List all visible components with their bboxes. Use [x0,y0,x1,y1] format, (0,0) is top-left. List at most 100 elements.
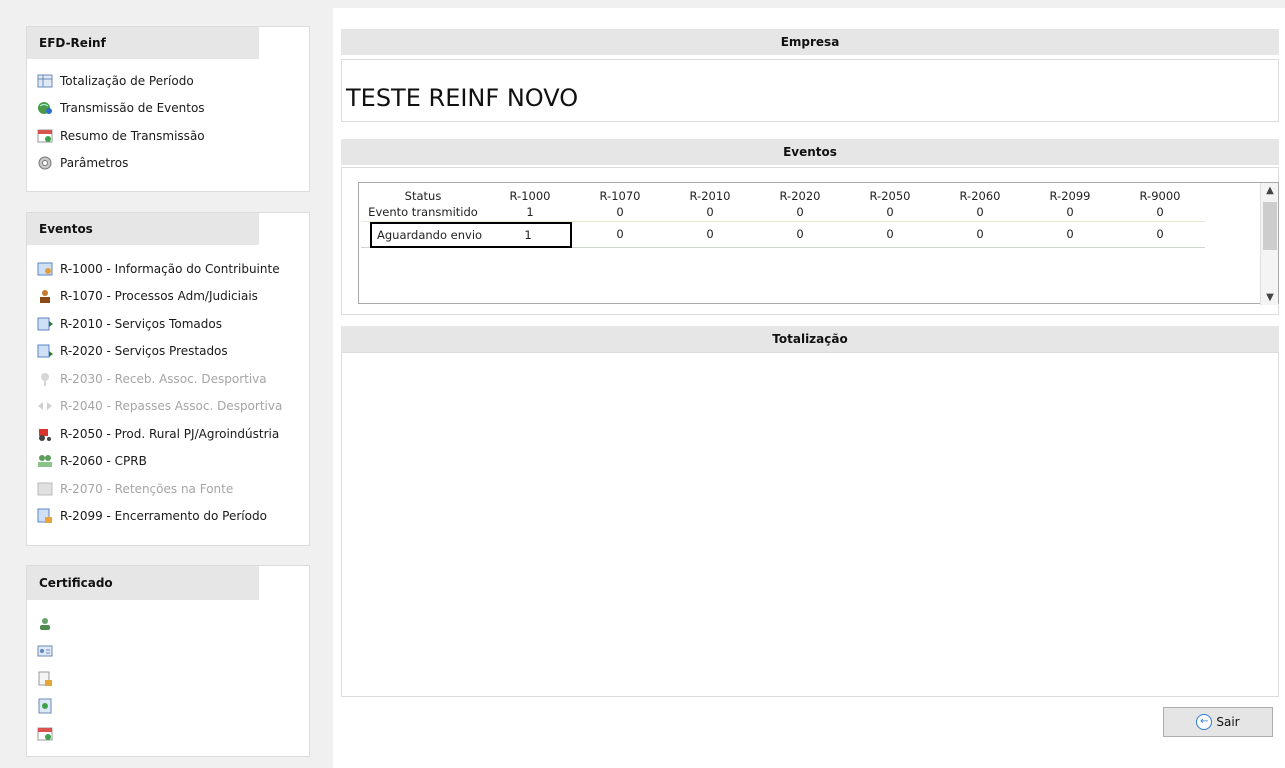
col-header: R-2050 [869,188,911,203]
menu-r2020[interactable]: R-2020 - Serviços Prestados [37,338,309,366]
transfer-icon [37,398,53,414]
efd-reinf-title: EFD-Reinf [27,27,259,59]
col-header: R-2010 [689,188,731,203]
menu-label: R-1000 - Informação do Contribuinte [60,261,280,276]
judge-icon [37,288,53,304]
menu-r2060[interactable]: R-2060 - CPRB [37,448,309,476]
menu-label: R-2020 - Serviços Prestados [60,344,228,359]
lock-icon [37,671,53,687]
menu-label: R-2099 - Encerramento do Período [60,509,267,524]
cell: 0 [755,204,845,222]
menu-r2030[interactable]: R-2030 - Receb. Assoc. Desportiva [37,365,309,393]
cell: 0 [935,204,1025,222]
menu-label: Resumo de Transmissão [60,128,205,143]
empresa-header: Empresa [341,29,1279,55]
eventos-table: Status R-1000 R-1070 R-2010 R-2020 R-205… [361,187,1205,248]
main-area: Empresa › TESTE REINF NOVO Eventos Statu… [333,8,1285,768]
summary-icon [37,128,53,144]
scroll-down-icon[interactable]: ▼ [1261,292,1279,303]
cert-certificate[interactable] [37,693,309,721]
cert-calendar[interactable] [37,720,309,748]
menu-resumo-transmissao[interactable]: Resumo de Transmissão [37,122,309,150]
vertical-scrollbar[interactable]: ▲ ▼ [1260,183,1278,305]
cell-status: Evento transmitido [361,204,485,222]
menu-totalizacao-periodo[interactable]: Totalização de Período [37,67,309,95]
table-row[interactable]: Evento transmitido 1 0 0 0 0 0 0 0 [361,204,1205,222]
eventos-panel: Eventos R-1000 - Informação do Contribui… [26,212,310,546]
cert-lock[interactable] [37,665,309,693]
calendar-icon [37,726,53,742]
cell: 1 [485,204,575,222]
sidebar: EFD-Reinf Totalização de Período Transmi… [0,0,320,768]
menu-r1070[interactable]: R-1070 - Processos Adm/Judiciais [37,283,309,311]
cell: 0 [755,221,845,248]
menu-label: R-2040 - Repasses Assoc. Desportiva [60,399,283,414]
certificado-title: Certificado [27,566,259,600]
cell: 0 [665,221,755,248]
retention-icon [37,481,53,497]
cert-user[interactable] [37,610,309,638]
certificate-icon [37,698,53,714]
col-header: R-1070 [599,188,641,203]
cert-id[interactable] [37,638,309,666]
eventos-grid[interactable]: Status R-1000 R-1070 R-2010 R-2020 R-205… [358,182,1279,305]
menu-r2010[interactable]: R-2010 - Serviços Tomados [37,310,309,338]
menu-label: R-2030 - Receb. Assoc. Desportiva [60,371,267,386]
cell: 0 [575,204,665,222]
cell: 0 [1115,221,1205,248]
menu-transmissao-eventos[interactable]: Transmissão de Eventos [37,95,309,123]
cell: 0 [845,204,935,222]
menu-r2050[interactable]: R-2050 - Prod. Rural PJ/Agroindústria [37,420,309,448]
cell: 0 [1025,221,1115,248]
exit-icon: ← [1196,714,1213,730]
menu-r2070[interactable]: R-2070 - Retenções na Fonte [37,475,309,503]
cell: 0 [665,204,755,222]
totalizacao-box [341,352,1279,697]
contributor-icon [37,261,53,277]
col-header: R-2099 [1049,188,1091,203]
menu-r2099[interactable]: R-2099 - Encerramento do Período [37,503,309,531]
cell: 0 [1115,204,1205,222]
eventos-header: Eventos [341,139,1279,165]
cell: 0 [935,221,1025,248]
table-icon [37,73,53,89]
table-row[interactable]: Aguardando envio 1 0 0 0 0 0 0 0 [361,221,1205,248]
menu-label: Parâmetros [60,156,129,171]
menu-label: R-2060 - CPRB [60,454,147,469]
efd-reinf-panel: EFD-Reinf Totalização de Período Transmi… [26,26,310,192]
cell: 1 [524,227,532,242]
certificado-panel: Certificado [26,565,310,757]
user-icon [37,616,53,632]
menu-label: R-2010 - Serviços Tomados [60,316,222,331]
company-name: TESTE REINF NOVO [346,84,579,112]
tractor-icon [37,426,53,442]
menu-r2040[interactable]: R-2040 - Repasses Assoc. Desportiva [37,393,309,421]
sair-label: Sair [1216,715,1240,729]
trophy-icon [37,371,53,387]
globe-icon [37,100,53,116]
menu-parametros[interactable]: Parâmetros [37,150,309,178]
col-header: R-2060 [959,188,1001,203]
col-header: R-2020 [779,188,821,203]
id-card-icon [37,643,53,659]
scroll-thumb[interactable] [1263,202,1277,250]
menu-label: Totalização de Período [60,73,194,88]
cell: 0 [845,221,935,248]
col-header: R-9000 [1139,188,1181,203]
menu-r1000[interactable]: R-1000 - Informação do Contribuinte [37,255,309,283]
col-header: R-1000 [509,188,551,203]
table-header-row: Status R-1000 R-1070 R-2010 R-2020 R-205… [361,187,1205,204]
cell: 0 [575,221,665,248]
menu-label: Transmissão de Eventos [60,101,205,116]
people-icon [37,453,53,469]
col-header: Status [404,188,442,203]
sair-button[interactable]: ← Sair [1163,707,1273,737]
eventos-title: Eventos [27,213,259,245]
gear-icon [37,155,53,171]
highlighted-cell-group: Aguardando envio 1 [361,221,575,248]
services-provided-icon [37,343,53,359]
cell: 0 [1025,204,1115,222]
scroll-up-icon[interactable]: ▲ [1261,185,1279,196]
totalizacao-header: Totalização [341,326,1279,352]
closing-icon [37,508,53,524]
